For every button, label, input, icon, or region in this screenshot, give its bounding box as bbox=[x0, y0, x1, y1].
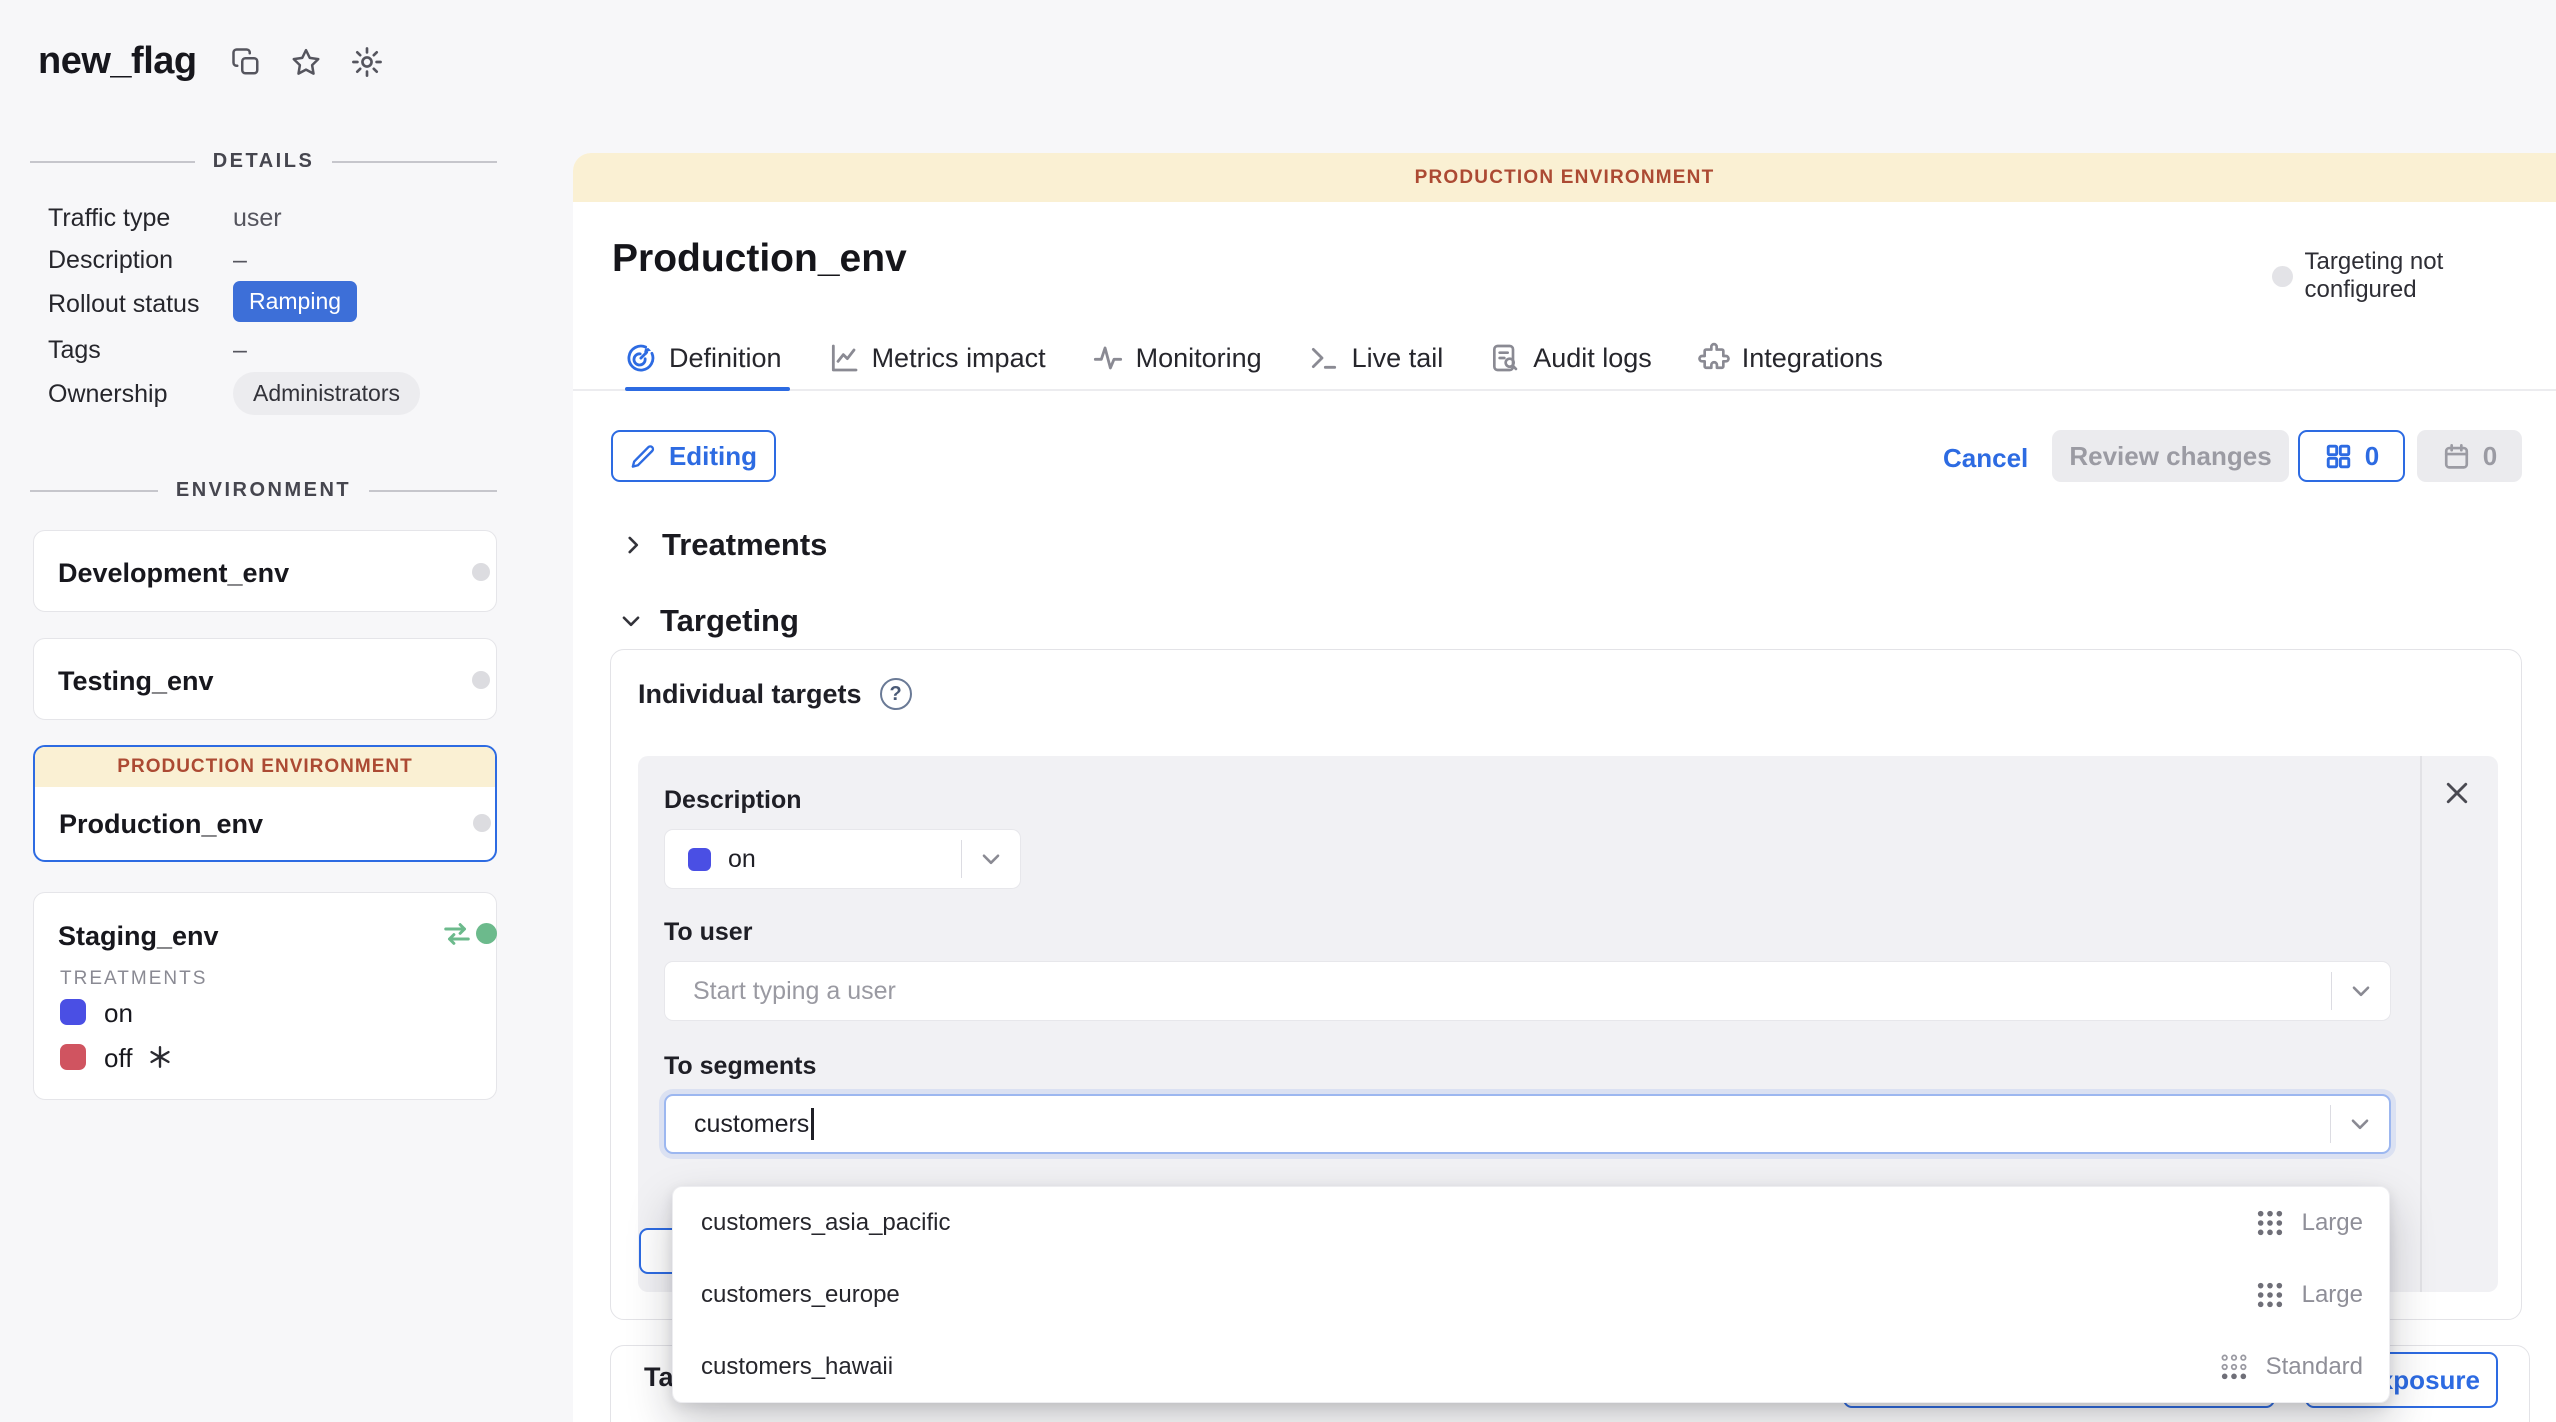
segment-option-asia-pacific[interactable]: customers_asia_pacific Large bbox=[673, 1187, 2389, 1259]
segment-size-large-icon bbox=[2254, 1279, 2286, 1311]
tab-definition[interactable]: Definition bbox=[625, 342, 782, 374]
detail-label-tags: Tags bbox=[48, 336, 101, 365]
tab-metrics-impact[interactable]: Metrics impact bbox=[828, 342, 1046, 374]
integrations-icon bbox=[1698, 342, 1730, 374]
production-env-card-banner: PRODUCTION ENVIRONMENT bbox=[35, 747, 495, 787]
targeting-status: Targeting not configured bbox=[2272, 248, 2556, 304]
to-user-label: To user bbox=[664, 918, 752, 947]
review-changes-button[interactable]: Review changes bbox=[2052, 430, 2289, 482]
audit-logs-icon bbox=[1489, 342, 1521, 374]
pencil-icon bbox=[630, 443, 657, 470]
env-status-dot-active bbox=[476, 923, 497, 944]
tab-bar: Definition Metrics impact Monitoring Liv… bbox=[625, 342, 1883, 374]
section-targeting[interactable]: Targeting bbox=[618, 603, 799, 639]
swap-arrows-icon bbox=[442, 919, 472, 949]
env-card-development[interactable]: Development_env bbox=[33, 530, 497, 612]
editing-button[interactable]: Editing bbox=[611, 430, 776, 482]
close-icon[interactable] bbox=[2442, 778, 2472, 808]
pending-changes-button[interactable]: 0 bbox=[2298, 430, 2405, 482]
default-treatment-asterisk-icon bbox=[147, 1044, 173, 1070]
environment-heading: ENVIRONMENT bbox=[30, 479, 497, 502]
flag-header: new_flag bbox=[38, 40, 383, 83]
segment-size-standard-icon bbox=[2218, 1351, 2250, 1383]
definition-icon bbox=[625, 342, 657, 374]
detail-value-traffic-type: user bbox=[233, 204, 282, 233]
chevron-right-icon bbox=[620, 532, 646, 558]
copy-icon[interactable] bbox=[231, 47, 261, 77]
to-segments-input-value[interactable]: customers bbox=[694, 1110, 809, 1139]
segment-size-large-icon bbox=[2254, 1207, 2286, 1239]
card-divider bbox=[2420, 756, 2422, 1292]
to-user-input[interactable] bbox=[665, 962, 2331, 1020]
monitoring-icon bbox=[1092, 342, 1124, 374]
gear-icon[interactable] bbox=[351, 46, 383, 78]
help-icon[interactable]: ? bbox=[880, 678, 912, 710]
env-card-testing[interactable]: Testing_env bbox=[33, 638, 497, 720]
status-text: Targeting not configured bbox=[2305, 248, 2556, 304]
ownership-pill: Administrators bbox=[233, 372, 420, 415]
env-status-dot bbox=[472, 563, 490, 581]
detail-label-traffic-type: Traffic type bbox=[48, 204, 170, 233]
tab-monitoring[interactable]: Monitoring bbox=[1092, 342, 1262, 374]
detail-value-description: – bbox=[233, 246, 247, 275]
tab-divider bbox=[573, 389, 2556, 391]
details-heading: DETAILS bbox=[30, 150, 497, 173]
chevron-down-icon bbox=[618, 608, 644, 634]
chevron-down-icon[interactable] bbox=[2348, 978, 2374, 1004]
segments-dropdown: customers_asia_pacific Large customers_e… bbox=[672, 1186, 2390, 1403]
segment-option-hawaii[interactable]: customers_hawaii Standard bbox=[673, 1331, 2389, 1403]
section-treatments[interactable]: Treatments bbox=[620, 527, 827, 563]
tab-integrations[interactable]: Integrations bbox=[1698, 342, 1883, 374]
targeting-rules-partial-title: Ta bbox=[644, 1362, 674, 1393]
treatment-off-label: off bbox=[104, 1043, 132, 1074]
cancel-button[interactable]: Cancel bbox=[1943, 443, 2028, 474]
treatment-select-value: on bbox=[728, 845, 961, 874]
env-status-dot bbox=[473, 814, 491, 832]
rollout-status-badge: Ramping bbox=[233, 281, 357, 322]
to-segments-label: To segments bbox=[664, 1052, 816, 1081]
treatment-off-swatch bbox=[60, 1044, 86, 1070]
tab-live-tail[interactable]: Live tail bbox=[1308, 342, 1444, 374]
individual-targets-title: Individual targets bbox=[638, 679, 862, 710]
text-caret bbox=[811, 1108, 814, 1140]
status-dot bbox=[2272, 266, 2293, 287]
chevron-down-icon bbox=[978, 846, 1004, 872]
segment-option-europe[interactable]: customers_europe Large bbox=[673, 1259, 2389, 1331]
to-segments-field[interactable]: customers bbox=[664, 1094, 2391, 1154]
metrics-impact-icon bbox=[828, 342, 860, 374]
app: new_flag DETAILS Traffic type user Descr… bbox=[0, 0, 2556, 1422]
detail-label-ownership: Ownership bbox=[48, 380, 168, 409]
treatment-on-swatch bbox=[60, 999, 86, 1025]
treatments-heading: TREATMENTS bbox=[60, 968, 207, 990]
flag-title: new_flag bbox=[38, 40, 197, 83]
treatment-swatch bbox=[688, 848, 711, 871]
star-icon[interactable] bbox=[291, 47, 321, 77]
detail-label-description: Description bbox=[48, 246, 173, 275]
active-tab-underline bbox=[625, 387, 790, 391]
treatment-on-label: on bbox=[104, 998, 133, 1029]
to-user-field bbox=[664, 961, 2391, 1021]
env-card-staging[interactable]: Staging_env TREATMENTS on off bbox=[33, 892, 497, 1100]
env-card-production[interactable]: PRODUCTION ENVIRONMENT Production_env bbox=[33, 745, 497, 862]
grid-icon bbox=[2324, 442, 2353, 471]
env-status-dot bbox=[472, 671, 490, 689]
chevron-down-icon[interactable] bbox=[2347, 1111, 2373, 1137]
page-title: Production_env bbox=[612, 237, 907, 281]
production-environment-banner: PRODUCTION ENVIRONMENT bbox=[573, 153, 2556, 202]
description-label: Description bbox=[664, 786, 802, 815]
calendar-icon bbox=[2442, 442, 2471, 471]
detail-label-rollout-status: Rollout status bbox=[48, 290, 199, 319]
detail-value-tags: – bbox=[233, 336, 247, 365]
treatment-select[interactable]: on bbox=[664, 829, 1021, 889]
live-tail-icon bbox=[1308, 342, 1340, 374]
scheduled-changes-button[interactable]: 0 bbox=[2417, 430, 2522, 482]
tab-audit-logs[interactable]: Audit logs bbox=[1489, 342, 1652, 374]
